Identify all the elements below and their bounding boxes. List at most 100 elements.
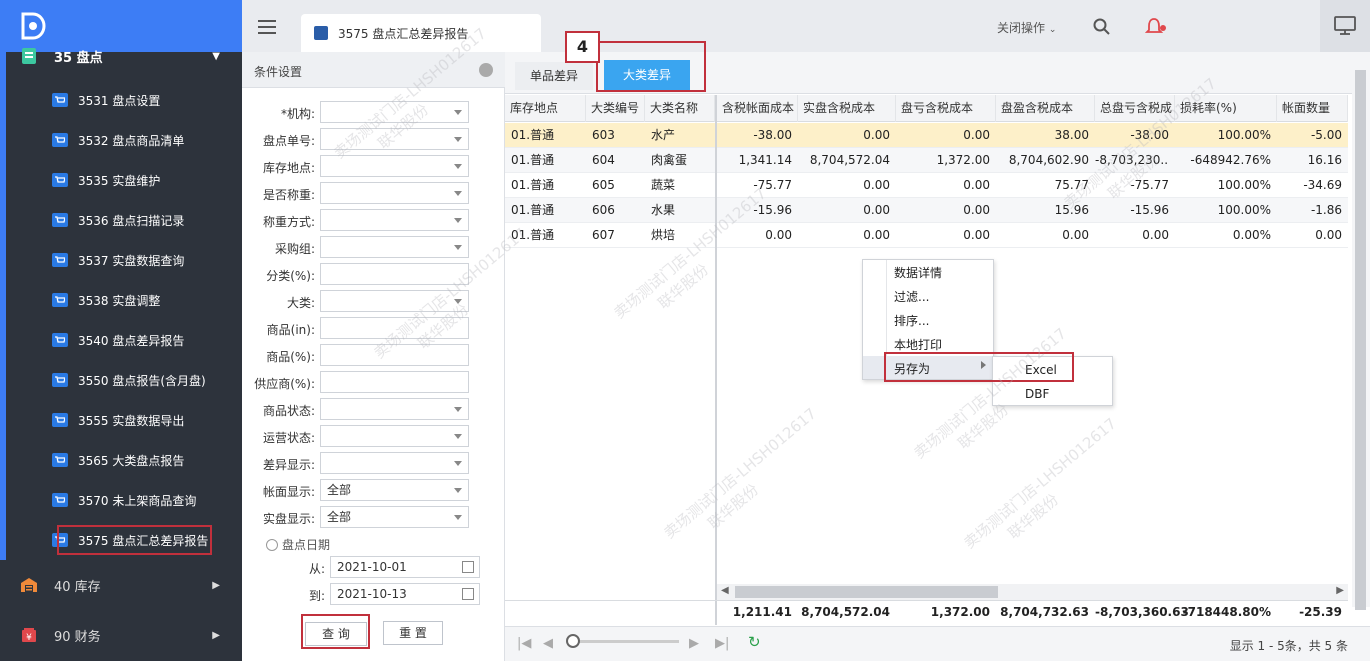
collapse-date-icon[interactable] [266, 539, 278, 551]
condition-select[interactable] [320, 182, 469, 204]
cart-icon [52, 453, 68, 467]
column-header[interactable]: 实盘含税成本 [798, 95, 896, 122]
reset-button[interactable]: 重 置 [383, 621, 443, 645]
column-header[interactable]: 盘盈含税成本 [996, 95, 1095, 122]
scroll-left-icon[interactable]: ◀ [721, 585, 729, 596]
condition-select[interactable] [320, 101, 469, 123]
table-row[interactable]: 01.普通 603 水产 -38.00 0.00 0.00 38.00 -38.00 100.0… [505, 123, 1348, 148]
vertical-scroll-thumb[interactable] [1355, 70, 1366, 610]
table-cell: 15.96 [1054, 203, 1089, 217]
bell-icon[interactable] [1145, 17, 1167, 37]
condition-select[interactable] [320, 236, 469, 258]
page-slider-knob[interactable] [566, 634, 580, 648]
context-menu-item[interactable]: 数据详情 [894, 261, 942, 285]
condition-input[interactable] [320, 317, 469, 339]
prev-page-icon[interactable]: ◀ [543, 636, 553, 651]
first-page-icon[interactable]: |◀ [517, 636, 531, 651]
column-header[interactable]: 帐面数量 [1277, 95, 1348, 122]
condition-select[interactable]: 全部 [320, 506, 469, 528]
condition-select[interactable] [320, 209, 469, 231]
sidebar-item[interactable]: 3535 实盘维护 [6, 160, 242, 200]
column-header[interactable]: 总盘亏含税成 [1095, 95, 1175, 122]
condition-select[interactable] [320, 128, 469, 150]
chevron-down-icon [454, 110, 462, 115]
sidebar-item[interactable]: 3537 实盘数据查询 [6, 240, 242, 280]
table-cell: 肉禽蛋 [651, 153, 688, 167]
table-cell: 0.00 [1062, 228, 1089, 242]
sidebar-group-label: 40 库存 [54, 579, 101, 595]
last-page-icon[interactable]: ▶| [715, 636, 729, 651]
frozen-column-divider [715, 95, 717, 625]
sidebar-item-label: 3531 盘点设置 [78, 93, 161, 108]
condition-select[interactable] [320, 452, 469, 474]
close-ops-dropdown[interactable]: 关闭操作 ⌄ [997, 19, 1056, 36]
sidebar-item[interactable]: 3550 盘点报告(含月盘) [6, 360, 242, 400]
sidebar-group-stock[interactable]: 40 库存 ▶ [6, 561, 242, 609]
date-from-input[interactable]: 2021-10-01 [330, 556, 480, 578]
condition-input[interactable] [320, 263, 469, 285]
chevron-down-icon [454, 434, 462, 439]
caret-right-icon: ▶ [212, 629, 220, 641]
menu-icon[interactable] [258, 20, 276, 34]
table-cell: 605 [592, 178, 615, 192]
scroll-right-icon[interactable]: ▶ [1336, 585, 1344, 596]
chevron-down-icon [454, 488, 462, 493]
sidebar-item[interactable]: 3570 未上架商品查询 [6, 480, 242, 520]
column-header[interactable]: 大类编号 [586, 95, 645, 122]
tab-report[interactable]: 3575 盘点汇总差异报告 [301, 14, 541, 52]
pager-count: 显示 1 - 5条，共 5 条 [1229, 639, 1348, 653]
date-to-input[interactable]: 2021-10-13 [330, 583, 480, 605]
column-header[interactable]: 含税帐面成本 [717, 95, 798, 122]
total-cell: -25.39 [1299, 605, 1342, 619]
column-header[interactable]: 大类名称 [645, 95, 715, 122]
column-header[interactable]: 盘亏含税成本 [896, 95, 996, 122]
condition-select[interactable] [320, 398, 469, 420]
sidebar-item[interactable]: 3538 实盘调整 [6, 280, 242, 320]
condition-select[interactable] [320, 290, 469, 312]
monitor-icon[interactable] [1320, 0, 1370, 52]
next-page-icon[interactable]: ▶ [689, 636, 699, 651]
sidebar-item[interactable]: 3540 盘点差异报告 [6, 320, 242, 360]
subtab-item-diff[interactable]: 单品差异 [515, 62, 593, 90]
condition-panel: 条件设置 *机构: 盘点单号: 库存地点: 是否称重: 称重方式: 采购组: 分类(%): 大… [242, 52, 505, 661]
sidebar-group-finance[interactable]: ¥ 90 财务 ▶ [6, 611, 242, 659]
page-slider-track[interactable] [573, 640, 679, 643]
table-cell: 0.00 [963, 178, 990, 192]
date-from-label: 从: [309, 562, 326, 576]
table-cell: 0.00 [1142, 228, 1169, 242]
search-icon[interactable] [1093, 18, 1111, 36]
condition-input[interactable] [320, 371, 469, 393]
submenu-item[interactable]: DBF [1025, 382, 1049, 406]
sidebar-item[interactable]: 3555 实盘数据导出 [6, 400, 242, 440]
sidebar-item[interactable]: 3536 盘点扫描记录 [6, 200, 242, 240]
annotation-highlight-saveas [884, 352, 1074, 382]
table-cell: 0.00 [963, 203, 990, 217]
context-menu-item[interactable]: 过滤... [894, 285, 929, 309]
calendar-icon[interactable] [462, 561, 474, 573]
sidebar-item-label: 3570 未上架商品查询 [78, 493, 197, 508]
sidebar-item[interactable]: 3565 大类盘点报告 [6, 440, 242, 480]
table-row[interactable]: 01.普通 607 烘培 0.00 0.00 0.00 0.00 0.00 0.00% 0.00 [505, 223, 1348, 248]
table-row[interactable]: 01.普通 606 水果 -15.96 0.00 0.00 15.96 -15.96 100.0… [505, 198, 1348, 223]
calendar-icon[interactable] [462, 588, 474, 600]
table-cell: -38.00 [1130, 128, 1169, 142]
collapse-icon[interactable] [479, 63, 493, 77]
condition-select[interactable] [320, 155, 469, 177]
table-row[interactable]: 01.普通 605 蔬菜 -75.77 0.00 0.00 75.77 -75.77 100.0… [505, 173, 1348, 198]
finance-icon: ¥ [18, 624, 40, 646]
condition-field-row: 差异显示: [242, 452, 505, 474]
horizontal-scroll-thumb[interactable] [735, 586, 998, 598]
column-header[interactable]: 损耗率(%) [1175, 95, 1277, 122]
sidebar-item-label: 3535 实盘维护 [78, 173, 161, 188]
column-header[interactable]: 库存地点 [505, 95, 586, 122]
condition-select[interactable] [320, 425, 469, 447]
table-row[interactable]: 01.普通 604 肉禽蛋 1,341.14 8,704,572.04 1,372.00 8… [505, 148, 1348, 173]
condition-field-label: 是否称重: [262, 188, 315, 202]
sidebar-item[interactable]: 3532 盘点商品清单 [6, 120, 242, 160]
condition-input[interactable] [320, 344, 469, 366]
context-menu-item[interactable]: 排序... [894, 309, 929, 333]
sidebar-group-inventory-count[interactable]: 35 盘点 ▼ [6, 32, 242, 80]
condition-select[interactable]: 全部 [320, 479, 469, 501]
refresh-icon[interactable]: ↻ [748, 633, 761, 651]
sidebar-item[interactable]: 3531 盘点设置 [6, 80, 242, 120]
